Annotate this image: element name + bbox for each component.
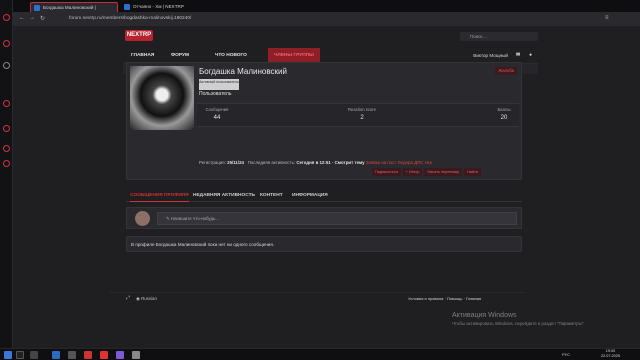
post-input[interactable]: ✎ Напишите что-нибудь... [157, 212, 517, 225]
empty-message: В профиле Богдашка Малиновский пока нет … [126, 236, 522, 252]
taskbar: РУС 19:00 22.07.2025 [0, 348, 640, 360]
address-bar-row: ← → ↻ forum.nextrp.ru/members/bogdashka-… [13, 12, 640, 26]
profile-stats: Сообщения 44 Reaction score 2 Баллы 20 [197, 103, 519, 127]
browser-sidebar [0, 0, 13, 348]
language-selector[interactable]: ◉ Russian [136, 296, 157, 302]
profile-tabs: СООБЩЕНИЯ ПРОФИЛЯ НЕДАВНЯЯ АКТИВНОСТЬ КО… [126, 190, 522, 202]
tab-information[interactable]: ИНФОРМАЦИЯ [292, 190, 328, 202]
follow-button[interactable]: Подписаться [372, 168, 401, 176]
tab-bar: Богдашка Малиновский | Отчаяно - Хм | NE… [13, 0, 640, 12]
profile-post-composer: ✎ Напишите что-нибудь... [126, 207, 522, 229]
profile-actions: Подписаться + Игнор Начать переписку Найти [372, 168, 483, 176]
taskbar-app-icon[interactable] [132, 351, 140, 359]
taskbar-app-icon[interactable] [116, 351, 124, 359]
sidebar-app-icon[interactable] [3, 40, 10, 47]
opera-icon[interactable] [100, 351, 108, 359]
report-button[interactable]: Жалоба [495, 67, 517, 75]
task-view-icon[interactable] [30, 351, 38, 359]
user-role: Пользователь [199, 91, 232, 97]
tab-recent-activity[interactable]: НЕДАВНЯЯ АКТИВНОСТЬ [193, 190, 255, 202]
sidebar-app-icon[interactable] [3, 160, 10, 167]
stat-reaction-score[interactable]: Reaction score 2 [337, 107, 387, 121]
forward-icon[interactable]: → [29, 15, 35, 21]
menu-icon[interactable]: ≡ [605, 15, 609, 21]
tab-content[interactable]: КОНТЕНТ [260, 190, 283, 202]
favicon-icon [34, 5, 40, 11]
start-conversation-button[interactable]: Начать переписку [424, 168, 463, 176]
tab-profile-posts[interactable]: СООБЩЕНИЯ ПРОФИЛЯ [130, 190, 189, 202]
stat-messages[interactable]: Сообщения 44 [197, 107, 237, 121]
site-header: NEXTRP Поиск... [123, 26, 538, 48]
sidebar-app-icon[interactable] [3, 62, 10, 69]
favicon-icon [124, 4, 130, 10]
find-button[interactable]: Найти [464, 168, 481, 176]
browser-tab-active[interactable]: Богдашка Малиновский | [30, 2, 118, 12]
site-footer: ⤢ ◉ Russian Условия и правила · Помощь ·… [110, 292, 525, 306]
footer-links[interactable]: Условия и правила · Помощь · Главная [408, 296, 481, 301]
back-icon[interactable]: ← [19, 15, 25, 21]
taskbar-clock[interactable]: 19:00 22.07.2025 [601, 349, 620, 359]
avatar [135, 211, 150, 226]
tray-lang[interactable]: РУС [562, 352, 570, 357]
search-input[interactable]: Поиск... [460, 32, 538, 41]
profile-meta: Регистрация: 25/11/24 Последняя активнос… [199, 160, 432, 165]
ignore-button[interactable]: + Игнор [402, 168, 423, 176]
taskbar-app-icon[interactable] [84, 351, 92, 359]
browser-tab[interactable]: Отчаяно - Хм | NEXTRP [121, 2, 211, 12]
profile-card: Богдашка Малиновский Активный пользовате… [126, 62, 522, 180]
steam-icon[interactable] [52, 351, 60, 359]
url-field[interactable]: forum.nextrp.ru/members/bogdashka-malino… [59, 14, 489, 24]
record-icon[interactable] [3, 14, 10, 21]
user-badge: Активный пользователь [199, 79, 239, 90]
sidebar-app-icon[interactable] [3, 100, 10, 107]
sidebar-app-icon[interactable] [3, 125, 10, 132]
profile-avatar[interactable] [130, 66, 194, 130]
site-logo[interactable]: NEXTRP [125, 30, 153, 41]
sidebar-app-icon[interactable] [3, 145, 10, 152]
alerts-icon[interactable]: ● [529, 48, 532, 64]
search-icon[interactable] [16, 351, 24, 359]
taskbar-app-icon[interactable] [68, 351, 76, 359]
start-icon[interactable] [4, 351, 12, 359]
profile-name: Богдашка Малиновский [199, 67, 287, 76]
windows-activation-watermark: Активация Windows Чтобы активировать Win… [452, 312, 585, 326]
expand-icon[interactable]: ⤢ [126, 295, 130, 301]
reload-icon[interactable]: ↻ [40, 15, 45, 22]
stat-points[interactable]: Баллы 20 [489, 107, 519, 121]
last-activity-link[interactable]: Заявка на пост Лидера ДПС Нск [366, 160, 432, 165]
